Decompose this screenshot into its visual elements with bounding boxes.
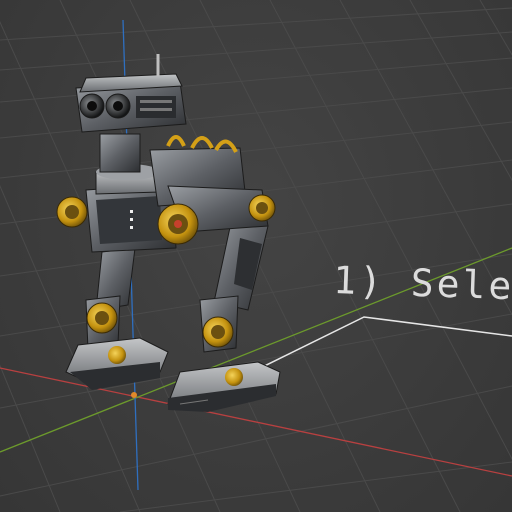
robot-neck [99, 133, 141, 173]
annotation-label: 1) Select [332, 258, 512, 311]
robot-mech-model [56, 54, 281, 412]
robot-leg-right [167, 217, 281, 412]
viewport-scene [0, 0, 512, 512]
robot-head [75, 54, 187, 133]
origin-point [131, 392, 137, 398]
robot-leg-left [65, 247, 169, 390]
3d-viewport[interactable]: 1) Select [0, 0, 512, 512]
